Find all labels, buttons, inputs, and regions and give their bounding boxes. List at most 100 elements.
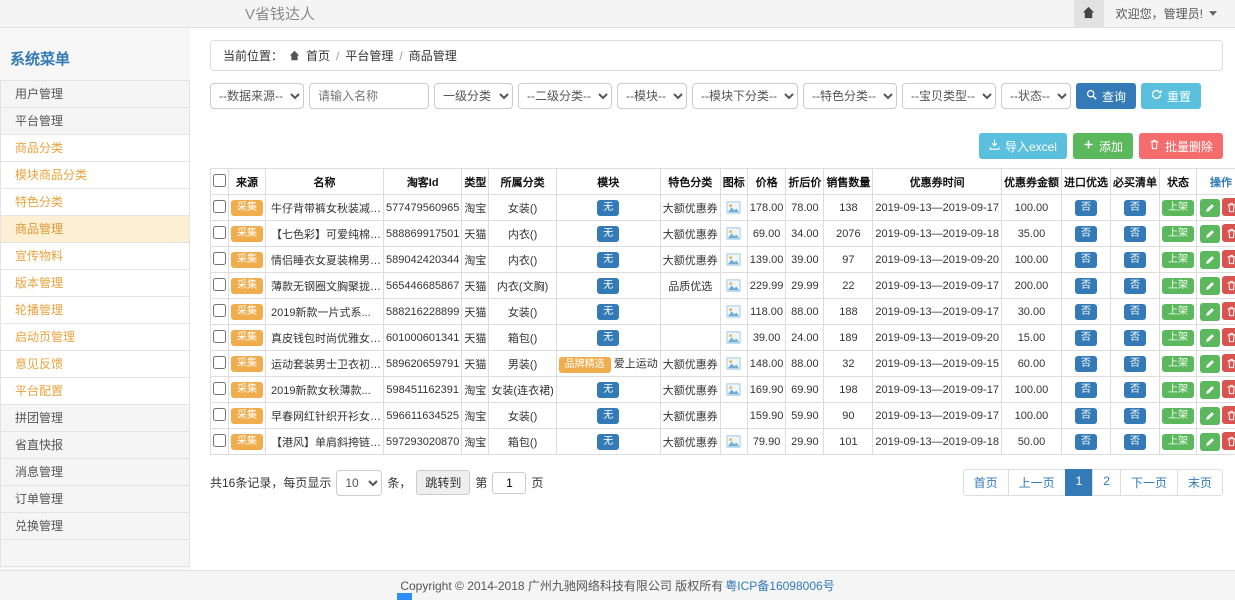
sidebar-item[interactable]: 商品分类 <box>0 134 190 162</box>
column-header: 必买清单 <box>1110 169 1159 195</box>
page-button[interactable]: 首页 <box>963 469 1009 496</box>
delete-button[interactable] <box>1222 276 1235 294</box>
edit-button[interactable] <box>1200 225 1220 243</box>
user-menu[interactable]: 欢迎您，管理员! <box>1104 5 1235 22</box>
must-buy-flag: 否 <box>1124 304 1146 320</box>
page-button[interactable]: 上一页 <box>1008 469 1066 496</box>
sidebar-item[interactable]: 平台配置 <box>0 377 190 405</box>
row-checkbox[interactable] <box>213 304 226 317</box>
row-checkbox[interactable] <box>213 408 226 421</box>
edit-button[interactable] <box>1200 355 1220 373</box>
sales-count: 2076 <box>824 221 873 247</box>
row-checkbox[interactable] <box>213 226 226 239</box>
status-badge: 上架 <box>1162 356 1194 372</box>
delete-button[interactable] <box>1222 380 1235 398</box>
delete-button[interactable] <box>1222 354 1235 372</box>
row-checkbox[interactable] <box>213 382 226 395</box>
sidebar-item[interactable]: 订单管理 <box>0 485 190 513</box>
operations-cell <box>1196 273 1235 299</box>
sidebar-item[interactable]: 平台管理 <box>0 107 190 135</box>
filter-select-3[interactable]: --二级分类-- <box>518 83 612 109</box>
sidebar-item[interactable]: 宣传物料 <box>0 242 190 270</box>
delete-button[interactable] <box>1222 302 1235 320</box>
jump-page-input[interactable] <box>492 472 526 494</box>
product-name: 【港风】单肩斜挎链条... <box>266 429 384 455</box>
sidebar-item[interactable]: 意见反馈 <box>0 350 190 378</box>
caret-down-icon <box>1209 11 1217 16</box>
delete-button[interactable] <box>1222 224 1235 242</box>
sidebar-item[interactable]: 兑换管理 <box>0 512 190 540</box>
module-badge: 无 <box>597 330 619 346</box>
row-checkbox[interactable] <box>213 356 226 369</box>
column-header: 图标 <box>720 169 747 195</box>
pagination: 首页上一页12下一页末页 <box>963 469 1223 496</box>
icp-link[interactable]: 粤ICP备16098006号 <box>725 577 834 594</box>
edit-button[interactable] <box>1200 381 1220 399</box>
edit-button[interactable] <box>1200 407 1220 425</box>
delete-button[interactable] <box>1222 432 1235 450</box>
filter-select-4[interactable]: --模块-- <box>617 83 687 109</box>
breadcrumb-home-link[interactable]: 首页 <box>306 47 330 64</box>
add-button[interactable]: 添加 <box>1073 133 1133 159</box>
add-button-label: 添加 <box>1099 138 1123 155</box>
row-checkbox[interactable] <box>213 278 226 291</box>
page-button[interactable]: 1 <box>1065 469 1094 496</box>
must-buy-flag-cell: 否 <box>1110 351 1159 377</box>
module-cell: 无 <box>556 247 660 273</box>
edit-button[interactable] <box>1200 433 1220 451</box>
delete-button[interactable] <box>1222 250 1235 268</box>
sidebar-item[interactable] <box>0 539 190 567</box>
page-button[interactable]: 2 <box>1092 469 1121 496</box>
row-checkbox[interactable] <box>213 200 226 213</box>
home-button[interactable] <box>1074 0 1104 27</box>
taoke-id: 577479560965 <box>384 195 462 221</box>
icon-cell <box>720 429 747 455</box>
delete-button[interactable] <box>1222 406 1235 424</box>
sidebar-item[interactable]: 启动页管理 <box>0 323 190 351</box>
module-cell: 无 <box>556 403 660 429</box>
imported-flag: 否 <box>1075 382 1097 398</box>
page-button[interactable]: 下一页 <box>1120 469 1178 496</box>
page-button[interactable]: 末页 <box>1177 469 1223 496</box>
name-search-input[interactable] <box>309 83 429 109</box>
filter-select-0[interactable]: --数据来源-- <box>210 83 304 109</box>
per-page-select[interactable]: 10 <box>336 470 382 496</box>
item-type: 天猫 <box>462 273 489 299</box>
sidebar-item[interactable]: 商品管理 <box>0 215 190 243</box>
import-excel-button[interactable]: 导入excel <box>979 133 1067 159</box>
select-all-checkbox[interactable] <box>213 174 226 187</box>
sidebar-item[interactable]: 消息管理 <box>0 458 190 486</box>
row-checkbox[interactable] <box>213 330 226 343</box>
column-header: 类型 <box>462 169 489 195</box>
edit-button[interactable] <box>1200 199 1220 217</box>
filter-select-8[interactable]: --状态-- <box>1001 83 1071 109</box>
row-checkbox[interactable] <box>213 252 226 265</box>
sidebar-item[interactable]: 省直快报 <box>0 431 190 459</box>
must-buy-flag: 否 <box>1124 200 1146 216</box>
reset-button[interactable]: 重置 <box>1141 83 1201 109</box>
column-header: 优惠券时间 <box>873 169 1002 195</box>
filter-select-2[interactable]: 一级分类 <box>434 83 513 109</box>
batch-delete-button[interactable]: 批量删除 <box>1139 133 1223 159</box>
edit-button[interactable] <box>1200 251 1220 269</box>
edit-button[interactable] <box>1200 329 1220 347</box>
filter-select-5[interactable]: --模块下分类-- <box>692 83 798 109</box>
sidebar-item[interactable]: 用户管理 <box>0 80 190 108</box>
jump-button[interactable]: 跳转到 <box>416 470 470 495</box>
delete-button[interactable] <box>1222 198 1235 216</box>
sidebar-item[interactable]: 特色分类 <box>0 188 190 216</box>
sidebar-item[interactable]: 模块商品分类 <box>0 161 190 189</box>
sidebar-item[interactable]: 拼团管理 <box>0 404 190 432</box>
edit-button[interactable] <box>1200 277 1220 295</box>
sidebar-item[interactable]: 版本管理 <box>0 269 190 297</box>
coupon-time: 2019-09-13—2019-09-20 <box>873 325 1002 351</box>
row-checkbox[interactable] <box>213 434 226 447</box>
table-row: 采集薄款无钢圈文胸聚拢性...565446685867天猫内衣(文胸)无品质优选… <box>211 273 1235 299</box>
featured-category: 品质优选 <box>660 273 720 299</box>
sidebar-item[interactable]: 轮播管理 <box>0 296 190 324</box>
edit-button[interactable] <box>1200 303 1220 321</box>
search-button[interactable]: 查询 <box>1076 83 1136 109</box>
delete-button[interactable] <box>1222 328 1235 346</box>
filter-select-7[interactable]: --宝贝类型-- <box>902 83 996 109</box>
filter-select-6[interactable]: --特色分类-- <box>803 83 897 109</box>
